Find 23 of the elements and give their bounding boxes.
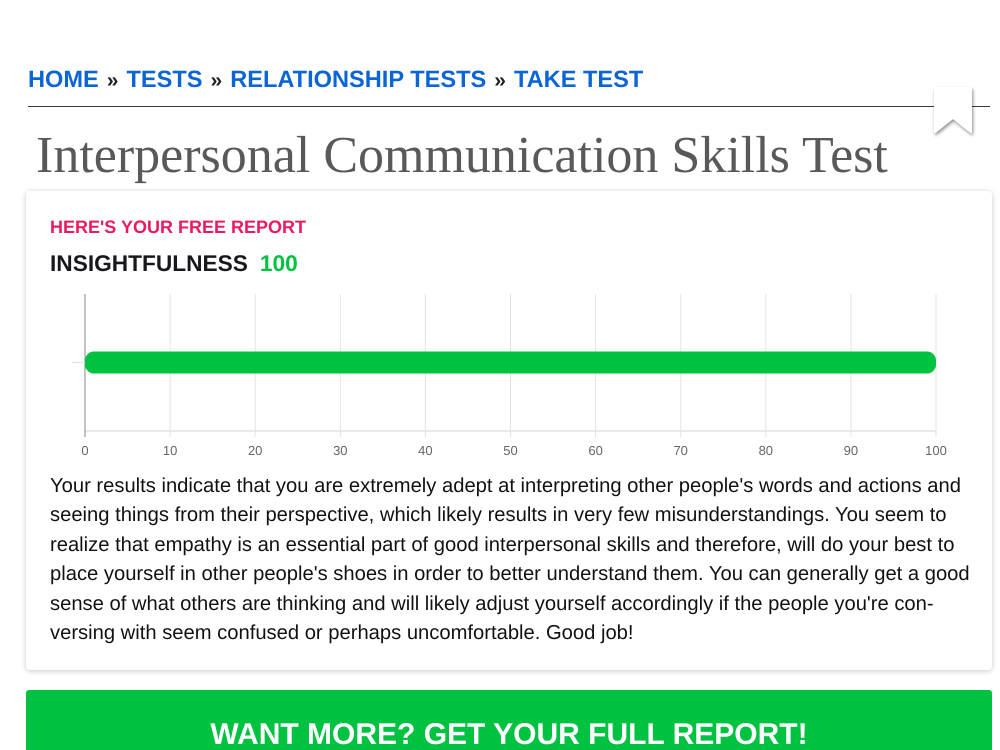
tick-label: 30 [333, 443, 348, 458]
breadcrumb-link[interactable]: HOME [28, 64, 99, 96]
tick-label: 50 [503, 443, 518, 458]
tick-label: 60 [588, 443, 603, 458]
tick-label: 0 [81, 443, 89, 458]
tick-label: 20 [248, 443, 262, 458]
report-kicker: HERE'S YOUR FREE REPORT [50, 216, 306, 239]
tick-label: 80 [758, 443, 774, 458]
page-title: Interpersonal Communication Skills Test [36, 128, 888, 184]
trait-name: INSIGHTFULNESS [50, 249, 248, 277]
tick-label: 40 [418, 443, 433, 458]
trait-score: 100 [260, 249, 298, 277]
breadcrumb-separator: » [210, 68, 222, 94]
tick-label: 70 [673, 443, 688, 458]
breadcrumb-separator: » [106, 68, 118, 94]
breadcrumb-link[interactable]: TAKE TEST [514, 64, 644, 96]
breadcrumb-link[interactable]: TESTS [126, 64, 203, 96]
report-text: Your results indicate that you are extremely adept at interpreting other people's words and actions and seeing things from their perspective, which likely results in very few misunderstandings. You seem to realize that empathy is an essential part of good interpersonal skills and therefore, will do your best to place yourself in other people's shoes in order to better understand them. You can generally get a good sense of what others are thinking and will likely adjust yourself accordingly if the people you're con-versing with seem confused or perhaps uncomfortable. Good job! [50, 474, 971, 646]
breadcrumb-separator: » [494, 68, 506, 94]
tick-label: 100 [925, 443, 947, 458]
tick-label: 10 [162, 443, 178, 458]
breadcrumb-link[interactable]: RELATIONSHIP TESTS [230, 64, 486, 96]
tick-label: 90 [844, 443, 858, 458]
